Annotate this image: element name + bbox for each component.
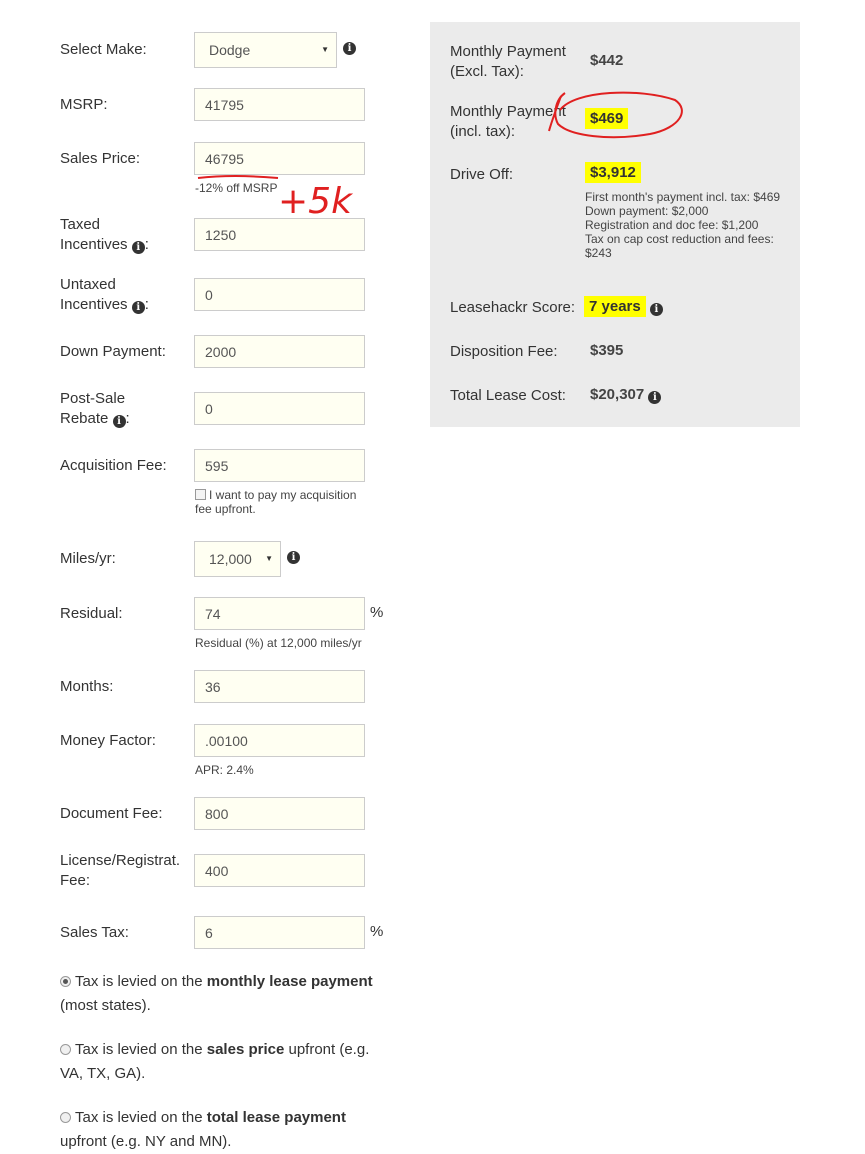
radio-unselected[interactable] xyxy=(60,1112,71,1123)
miles-select-value: 12,000 xyxy=(209,551,252,567)
license-fee-input[interactable] xyxy=(194,854,365,887)
monthly-incl-value-wrap: $469 xyxy=(585,108,629,129)
untaxed-incentives-label-line1: Untaxed xyxy=(60,276,116,293)
monthly-excl-value: $442 xyxy=(590,52,624,69)
breakdown-line: Registration and doc fee: $1,200 xyxy=(585,218,759,232)
radio-unselected[interactable] xyxy=(60,1044,71,1055)
down-payment-input[interactable] xyxy=(194,335,365,368)
sales-tax-input[interactable] xyxy=(194,916,365,949)
months-label: Months: xyxy=(60,678,114,695)
breakdown-line: Tax on cap cost reduction and fees: $243 xyxy=(585,232,774,260)
tax-option-monthly[interactable]: Tax is levied on the monthly lease payme… xyxy=(60,970,390,1018)
drive-off-breakdown: First month's payment incl. tax: $469 Do… xyxy=(585,190,785,260)
acquisition-fee-upfront-checkbox[interactable] xyxy=(195,489,206,500)
miles-label: Miles/yr: xyxy=(60,550,116,567)
drive-off-value-wrap: $3,912 xyxy=(585,162,641,183)
msrp-label: MSRP: xyxy=(60,96,108,113)
post-sale-rebate-label: Post-Sale Rebate i: xyxy=(60,390,130,428)
post-sale-rebate-label-line2: Rebate xyxy=(60,410,109,427)
sales-price-label: Sales Price: xyxy=(60,150,141,167)
tax-option-total-lease-pre: Tax is levied on the xyxy=(75,1109,207,1126)
acquisition-fee-label: Acquisition Fee: xyxy=(60,457,167,474)
tax-option-total-lease-bold: total lease payment xyxy=(206,1109,346,1126)
chevron-down-icon: ▼ xyxy=(321,45,329,54)
acquisition-fee-upfront-option[interactable]: I want to pay my acquisition fee upfront… xyxy=(195,488,375,516)
sales-price-input[interactable] xyxy=(194,142,365,175)
score-value-wrap: 7 years i xyxy=(584,296,663,317)
tax-option-sales-price-bold: sales price xyxy=(206,1041,285,1058)
tax-option-total-lease[interactable]: Tax is levied on the total lease payment… xyxy=(60,1106,390,1154)
untaxed-incentives-label-line2: Incentives xyxy=(60,296,128,313)
down-payment-label: Down Payment: xyxy=(60,343,166,360)
underline-stroke xyxy=(197,175,279,179)
monthly-incl-label-line2: (incl. tax): xyxy=(450,123,516,140)
tax-option-monthly-bold: monthly lease payment xyxy=(206,973,373,990)
handwritten-note: +5k xyxy=(278,181,354,222)
document-fee-label: Document Fee: xyxy=(60,805,163,822)
taxed-incentives-label-line2: Incentives xyxy=(60,236,128,253)
info-icon[interactable]: i xyxy=(131,241,145,254)
tax-option-sales-price-pre: Tax is levied on the xyxy=(75,1041,207,1058)
chevron-down-icon: ▼ xyxy=(265,554,273,563)
miles-select[interactable]: 12,000 ▼ xyxy=(194,541,281,577)
taxed-incentives-input[interactable] xyxy=(194,218,365,251)
tax-option-total-lease-post: upfront (e.g. NY and MN). xyxy=(60,1133,232,1150)
months-input[interactable] xyxy=(194,670,365,703)
sales-tax-label: Sales Tax: xyxy=(60,924,129,941)
info-icon[interactable]: i xyxy=(343,42,356,55)
residual-input[interactable] xyxy=(194,597,365,630)
msrp-input[interactable] xyxy=(194,88,365,121)
sales-tax-unit: % xyxy=(370,923,384,940)
money-factor-label: Money Factor: xyxy=(60,732,156,749)
info-icon[interactable]: i xyxy=(649,303,663,316)
monthly-incl-label-line1: Monthly Payment xyxy=(450,103,566,120)
radio-selected[interactable] xyxy=(60,976,71,987)
untaxed-incentives-label: Untaxed Incentives i: xyxy=(60,276,149,314)
make-label: Select Make: xyxy=(60,41,147,58)
info-icon[interactable]: i xyxy=(648,391,662,404)
disposition-label: Disposition Fee: xyxy=(450,343,558,360)
monthly-incl-label: Monthly Payment (incl. tax): xyxy=(450,102,566,142)
untaxed-incentives-input[interactable] xyxy=(194,278,365,311)
monthly-excl-label-line1: Monthly Payment xyxy=(450,43,566,60)
money-factor-input[interactable] xyxy=(194,724,365,757)
tax-option-sales-price[interactable]: Tax is levied on the sales price upfront… xyxy=(60,1038,390,1086)
tax-option-monthly-pre: Tax is levied on the xyxy=(75,973,207,990)
monthly-excl-label-line2: (Excl. Tax): xyxy=(450,63,524,80)
make-select-value: Dodge xyxy=(209,42,251,58)
info-icon[interactable]: i xyxy=(287,551,300,564)
score-value: 7 years xyxy=(584,296,646,317)
tax-option-monthly-post: (most states). xyxy=(60,997,151,1014)
score-label: Leasehackr Score: xyxy=(450,299,576,316)
residual-label: Residual: xyxy=(60,605,123,622)
monthly-excl-label: Monthly Payment (Excl. Tax): xyxy=(450,42,566,82)
info-icon[interactable]: i xyxy=(131,301,145,314)
monthly-incl-value: $469 xyxy=(585,108,629,129)
total-label: Total Lease Cost: xyxy=(450,387,566,404)
info-icon[interactable]: i xyxy=(112,415,126,428)
post-sale-rebate-input[interactable] xyxy=(194,392,365,425)
disposition-value: $395 xyxy=(590,342,624,359)
breakdown-line: First month's payment incl. tax: $469 xyxy=(585,190,781,204)
license-fee-label-line1: License/Registrat. xyxy=(60,852,181,869)
residual-unit: % xyxy=(370,604,384,621)
discount-hint: -12% off MSRP xyxy=(195,181,278,195)
total-value-wrap: $20,307 i xyxy=(590,386,662,404)
summary-panel: Monthly Payment (Excl. Tax): $442 Monthl… xyxy=(430,22,800,427)
acquisition-fee-input[interactable] xyxy=(194,449,365,482)
drive-off-label: Drive Off: xyxy=(450,166,514,183)
make-select[interactable]: Dodge ▼ xyxy=(194,32,337,68)
breakdown-line: Down payment: $2,000 xyxy=(585,204,709,218)
document-fee-input[interactable] xyxy=(194,797,365,830)
taxed-incentives-label-line1: Taxed xyxy=(60,216,101,233)
post-sale-rebate-label-line1: Post-Sale xyxy=(60,390,126,407)
license-fee-label-line2: Fee: xyxy=(60,872,91,889)
apr-hint: APR: 2.4% xyxy=(195,763,254,777)
license-fee-label: License/Registrat. Fee: xyxy=(60,851,180,891)
taxed-incentives-label: Taxed Incentives i: xyxy=(60,216,149,254)
total-value: $20,307 xyxy=(590,386,645,403)
acquisition-fee-upfront-text: I want to pay my acquisition fee upfront… xyxy=(195,488,357,516)
residual-hint: Residual (%) at 12,000 miles/yr xyxy=(195,636,362,650)
drive-off-value: $3,912 xyxy=(585,162,641,183)
